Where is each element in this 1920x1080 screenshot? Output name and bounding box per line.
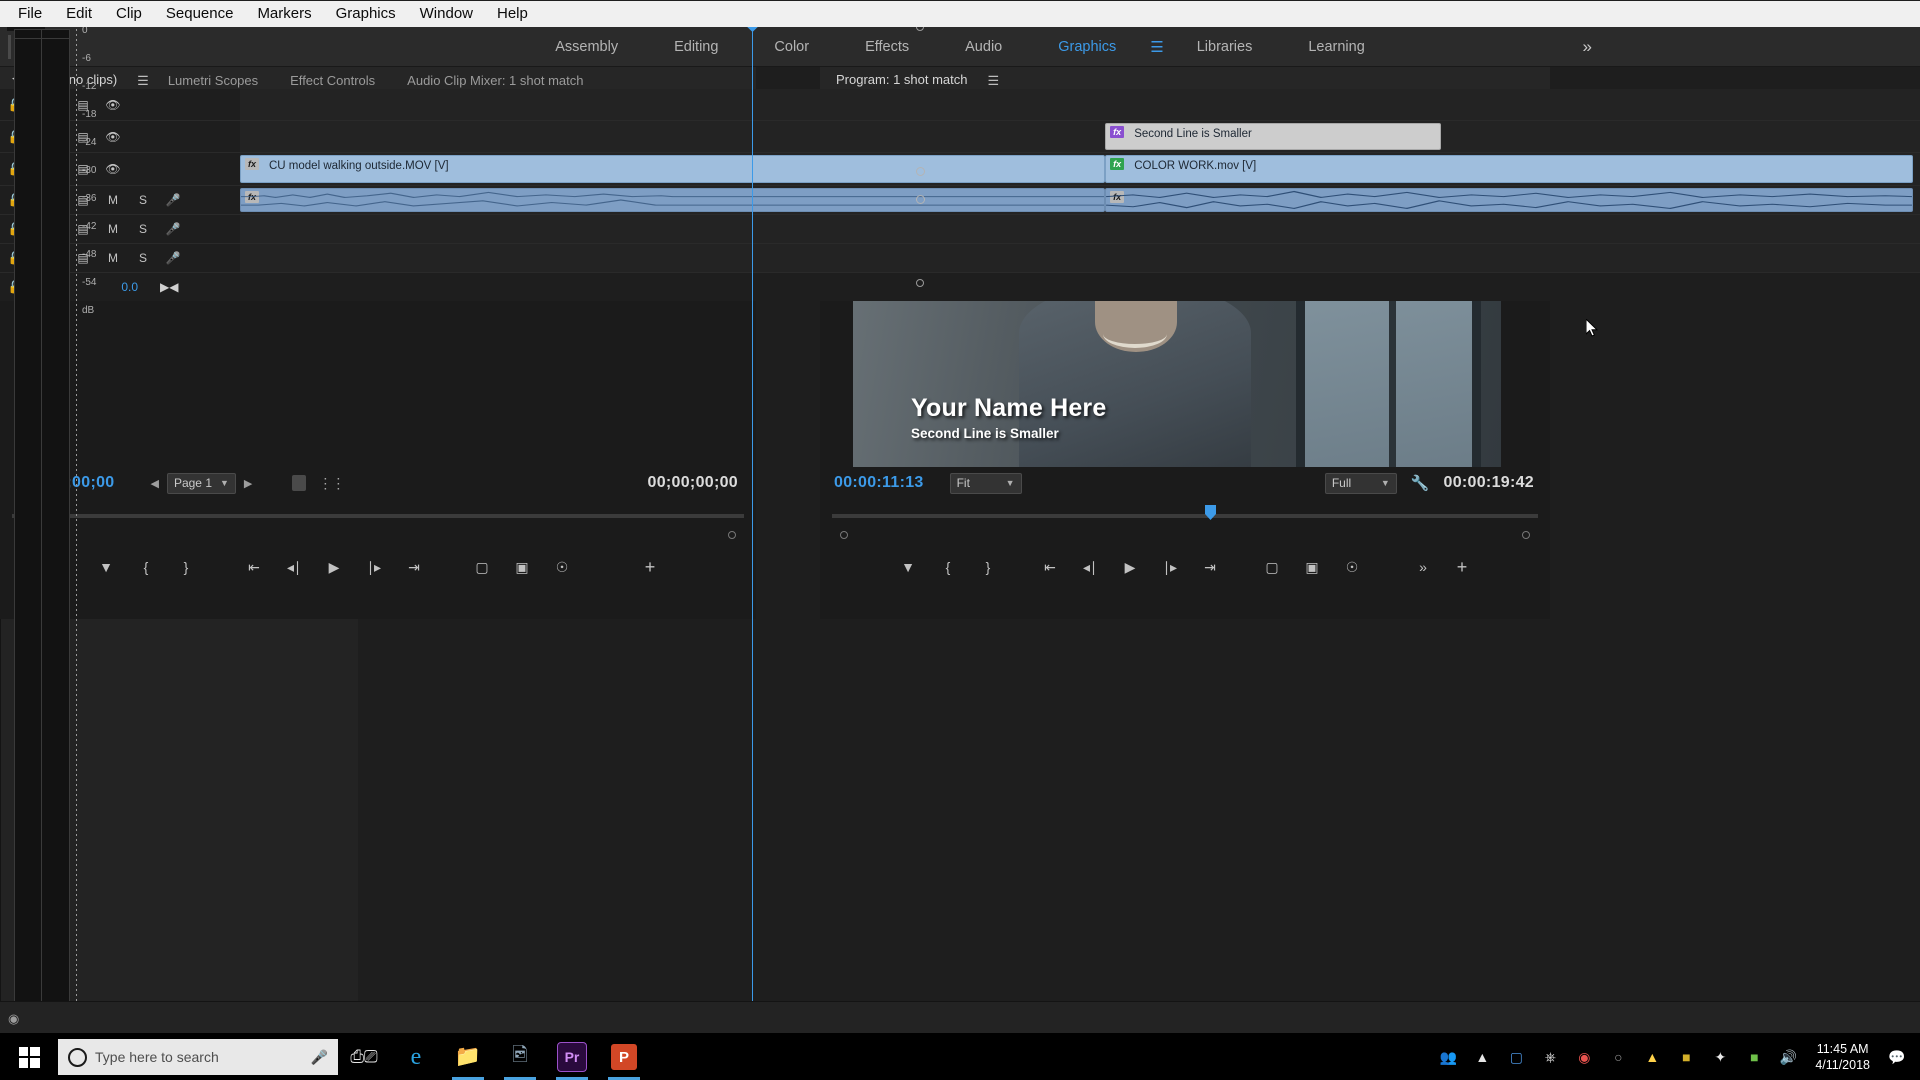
workspace-tab-effects[interactable]: Effects [837, 27, 937, 67]
microphone-icon[interactable]: 🎤 [158, 251, 188, 265]
workspace-tab-audio[interactable]: Audio [937, 27, 1030, 67]
menu-item-markers[interactable]: Markers [245, 3, 323, 25]
color-app-icon[interactable]: ■ [1669, 1033, 1703, 1080]
fx-badge-icon: fx [245, 158, 259, 170]
chrome-icon[interactable]: ◉ [1567, 1033, 1601, 1080]
workspace-overflow-icon[interactable]: » [1583, 37, 1593, 57]
people-icon[interactable]: 👥 [1431, 1033, 1465, 1080]
meter-label: -6 [82, 53, 91, 64]
clock-time: 11:45 AM [1816, 1042, 1869, 1056]
microphone-icon[interactable]: 🎤 [158, 193, 188, 207]
workspace-tab-graphics[interactable]: Graphics [1030, 27, 1144, 67]
a1-clip-end-handle[interactable] [916, 195, 925, 204]
premiere-pro-icon[interactable]: Pr [546, 1033, 598, 1080]
dropbox-icon[interactable]: ✦ [1703, 1033, 1737, 1080]
audio-meter-scale: 0 -6 -12 -18 -24 -30 -36 -42 -48 -54 dB [74, 25, 114, 1041]
menu-item-clip[interactable]: Clip [104, 3, 154, 25]
meter-label: -48 [82, 249, 97, 260]
usb-icon[interactable]: ⎈ [1533, 1033, 1567, 1080]
windows-start-icon[interactable] [0, 1033, 58, 1080]
taskbar-clock[interactable]: 11:45 AM 4/11/2018 [1805, 1041, 1880, 1073]
menu-item-window[interactable]: Window [408, 3, 485, 25]
fx-badge-icon: fx [1110, 126, 1125, 138]
creative-cloud-icon[interactable]: ○ [1601, 1033, 1635, 1080]
menu-item-edit[interactable]: Edit [54, 3, 104, 25]
workspace-menu-icon[interactable]: ☰ [1144, 38, 1168, 56]
workspace-tab-libraries[interactable]: Libraries [1169, 27, 1281, 67]
track-lane-v1[interactable]: fx CU model walking outside.MOV [V] fx COL… [240, 153, 1920, 186]
workspace-tab-assembly[interactable]: Assembly [527, 27, 646, 67]
clock-date: 4/11/2018 [1815, 1058, 1870, 1072]
microphone-icon[interactable]: 🎤 [311, 1049, 328, 1066]
microphone-icon[interactable]: 🎤 [158, 222, 188, 236]
file-explorer-icon[interactable]: 📁 [442, 1033, 494, 1080]
meter-label: -54 [82, 277, 97, 288]
track-lane-a3[interactable] [240, 244, 1920, 273]
edge-icon[interactable]: e [390, 1033, 442, 1080]
timeline-clip-audio-1[interactable]: fx [240, 188, 1106, 212]
clip-label: CU model walking outside.MOV [V] [269, 160, 449, 172]
workspace-tabs: Assembly Editing Color Effects Audio Gra… [527, 27, 1393, 67]
timeline-clip-video-2[interactable]: fx COLOR WORK.mov [V] [1105, 155, 1914, 183]
workspace-tab-editing[interactable]: Editing [646, 27, 746, 67]
menu-item-graphics[interactable]: Graphics [324, 3, 408, 25]
meter-label: -30 [82, 165, 97, 176]
source-panel-menu-icon[interactable]: ☰ [133, 73, 152, 89]
audio-meter-bars [14, 29, 70, 1041]
audio-meter-channel-right [42, 30, 69, 1040]
track-lane-a2[interactable] [240, 215, 1920, 244]
timeline-clip-audio-2[interactable]: fx [1105, 188, 1914, 212]
menu-item-help[interactable]: Help [485, 3, 540, 25]
status-strip: ◉ [0, 1001, 1920, 1033]
workspace-tab-color[interactable]: Color [746, 27, 837, 67]
menu-item-file[interactable]: File [6, 3, 54, 25]
master-end-handle[interactable] [916, 279, 924, 287]
track-lane-a1[interactable]: fx fx [240, 186, 1920, 215]
clip-label: Second Line is Smaller [1134, 128, 1252, 140]
meter-label: -12 [82, 81, 97, 92]
timeline-playhead[interactable] [747, 19, 758, 1047]
track-lane-master [240, 273, 1920, 301]
search-input[interactable]: Type here to search 🎤 [58, 1039, 338, 1075]
cortana-circle-icon [68, 1047, 87, 1067]
premiere-pro-window: File Edit Clip Sequence Markers Graphics… [0, 1, 1920, 1080]
evernote-icon[interactable]: ■ [1737, 1033, 1771, 1080]
program-panel-menu-icon[interactable]: ☰ [984, 73, 1003, 89]
v1-clip-end-handle[interactable] [916, 167, 925, 176]
pan-icon[interactable]: ▶◀ [160, 280, 178, 294]
audio-meter-channel-left [15, 30, 42, 1040]
photos-icon[interactable]: 🖻 [494, 1033, 546, 1080]
task-view-icon[interactable]: ⎙⎚ [338, 1033, 390, 1080]
menu-item-sequence[interactable]: Sequence [154, 3, 246, 25]
system-tray: 👥 ▲ ▢ ⎈ ◉ ○ ▲ ■ ✦ ■ 🔊 11:45 AM 4/11/2018… [1431, 1033, 1920, 1080]
show-hidden-icons-icon[interactable]: ▲ [1465, 1033, 1499, 1080]
meter-label: -36 [82, 193, 97, 204]
meter-label: -24 [82, 137, 97, 148]
action-center-icon[interactable]: 💬 [1880, 1033, 1914, 1080]
onedrive-icon[interactable]: ▢ [1499, 1033, 1533, 1080]
powerpoint-icon[interactable]: P [598, 1033, 650, 1080]
status-indicator-icon[interactable]: ◉ [8, 1011, 19, 1027]
workspace-tab-learning[interactable]: Learning [1280, 27, 1392, 67]
audio-meter-dotted-line [76, 29, 77, 1041]
solo-button-a3[interactable]: S [128, 251, 158, 265]
timeline-tracks: 🔓 V3 ▤ 👁 🔓 V2 ▤ 👁 fxSecond Line is Small… [0, 19, 1920, 1047]
fx-badge-icon: fx [1110, 158, 1125, 170]
clip-label: COLOR WORK.mov [V] [1134, 160, 1257, 172]
norton-icon[interactable]: ▲ [1635, 1033, 1669, 1080]
track-lane-v3[interactable] [240, 89, 1920, 121]
solo-button-a1[interactable]: S [128, 193, 158, 207]
meter-label: -18 [82, 109, 97, 120]
timeline-clip-graphic[interactable]: fx Second Line is Smaller [1105, 123, 1442, 150]
workspace-bar: Assembly Editing Color Effects Audio Gra… [0, 27, 1920, 67]
meter-label: -42 [82, 221, 97, 232]
meter-label: dB [82, 305, 95, 316]
taskbar-search-placeholder: Type here to search [95, 1049, 219, 1065]
volume-icon[interactable]: 🔊 [1771, 1033, 1805, 1080]
track-lane-v2[interactable]: fx Second Line is Smaller [240, 121, 1920, 153]
solo-button-a2[interactable]: S [128, 222, 158, 236]
windows-taskbar: Type here to search 🎤 ⎙⎚ e 📁 🖻 Pr P 👥 ▲ … [0, 1033, 1920, 1080]
timeline-clip-video-1[interactable]: fx CU model walking outside.MOV [V] [240, 155, 1106, 183]
menu-bar-real: File Edit Clip Sequence Markers Graphics… [0, 1, 1920, 27]
